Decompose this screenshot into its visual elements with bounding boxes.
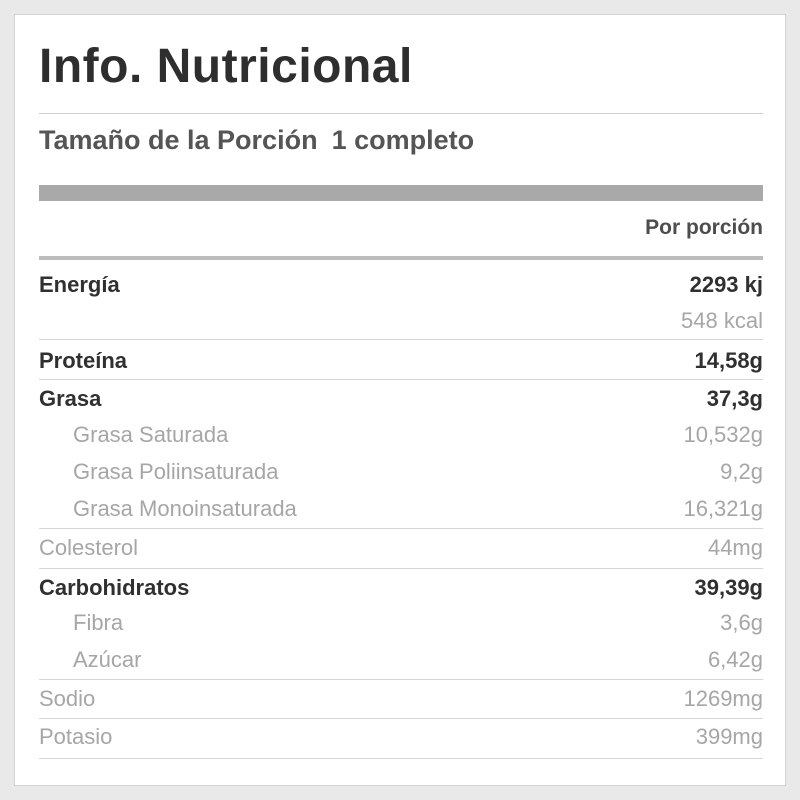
nutrient-row-protein: Proteína 14,58g xyxy=(39,343,763,379)
nutrient-row-fat: Grasa 37,3g xyxy=(39,381,763,417)
nutrient-name: Potasio xyxy=(39,724,113,749)
nutrient-name: Grasa xyxy=(39,386,102,411)
nutrient-row-energy-kcal: 548 kcal xyxy=(39,303,763,339)
nutrient-name: Grasa Monoinsaturada xyxy=(73,496,297,521)
nutrition-label-content: Info. Nutricional Tamaño de la Porción 1… xyxy=(39,15,763,785)
nutrient-row-saturated-fat: Grasa Saturada 10,532g xyxy=(39,417,763,453)
row-divider xyxy=(39,758,763,759)
nutrient-amount: 37,3g xyxy=(706,386,763,411)
serving-size: Tamaño de la Porción 1 completo xyxy=(39,125,763,156)
nutrient-amount: 9,2g xyxy=(720,459,763,484)
nutrition-label: Info. Nutricional Tamaño de la Porción 1… xyxy=(14,14,786,786)
nutrient-row-potassium: Potasio 399mg xyxy=(39,719,763,755)
nutrient-row-monounsaturated-fat: Grasa Monoinsaturada 16,321g xyxy=(39,491,763,527)
nutrient-row-cholesterol: Colesterol 44mg xyxy=(39,530,763,566)
nutrient-name: Proteína xyxy=(39,348,128,373)
label-title: Info. Nutricional xyxy=(39,40,413,93)
nutrient-name: Azúcar xyxy=(73,647,142,672)
thick-divider xyxy=(39,185,763,201)
column-header: Por porción xyxy=(645,216,763,239)
row-divider xyxy=(39,568,763,569)
nutrient-name: Grasa Poliinsaturada xyxy=(73,459,279,484)
nutrient-row-energy: Energía 2293 kj xyxy=(39,267,763,303)
nutrient-row-sugar: Azúcar 6,42g xyxy=(39,642,763,678)
nutrient-amount: 16,321g xyxy=(683,496,763,521)
serving-size-value: 1 completo xyxy=(331,125,475,155)
nutrient-amount: 1269mg xyxy=(683,686,763,711)
nutrient-amount: 10,532g xyxy=(683,422,763,447)
nutrient-name: Energía xyxy=(39,272,120,297)
nutrient-amount: 14,58g xyxy=(694,348,764,373)
nutrient-name: Carbohidratos xyxy=(39,575,190,600)
title-divider xyxy=(39,113,763,114)
row-divider xyxy=(39,339,763,340)
nutrient-amount: 548 kcal xyxy=(681,308,763,333)
header-divider xyxy=(39,256,763,260)
nutrient-amount: 3,6g xyxy=(720,610,763,635)
nutrient-name: Grasa Saturada xyxy=(73,422,229,447)
nutrient-name: Sodio xyxy=(39,686,96,711)
row-divider xyxy=(39,679,763,680)
row-divider xyxy=(39,379,763,380)
nutrient-amount: 399mg xyxy=(695,724,763,749)
nutrient-amount: 2293 kj xyxy=(689,272,763,297)
nutrient-name: Colesterol xyxy=(39,535,139,560)
nutrient-row-polyunsaturated-fat: Grasa Poliinsaturada 9,2g xyxy=(39,454,763,490)
nutrient-row-carbohydrates: Carbohidratos 39,39g xyxy=(39,570,763,606)
serving-size-label: Tamaño de la Porción xyxy=(39,125,318,155)
nutrient-name: Fibra xyxy=(73,610,124,635)
nutrient-amount: 39,39g xyxy=(694,575,764,600)
nutrient-row-sodium: Sodio 1269mg xyxy=(39,681,763,717)
nutrient-amount: 44mg xyxy=(707,535,763,560)
row-divider xyxy=(39,528,763,529)
nutrient-row-fiber: Fibra 3,6g xyxy=(39,605,763,641)
nutrient-amount: 6,42g xyxy=(707,647,763,672)
